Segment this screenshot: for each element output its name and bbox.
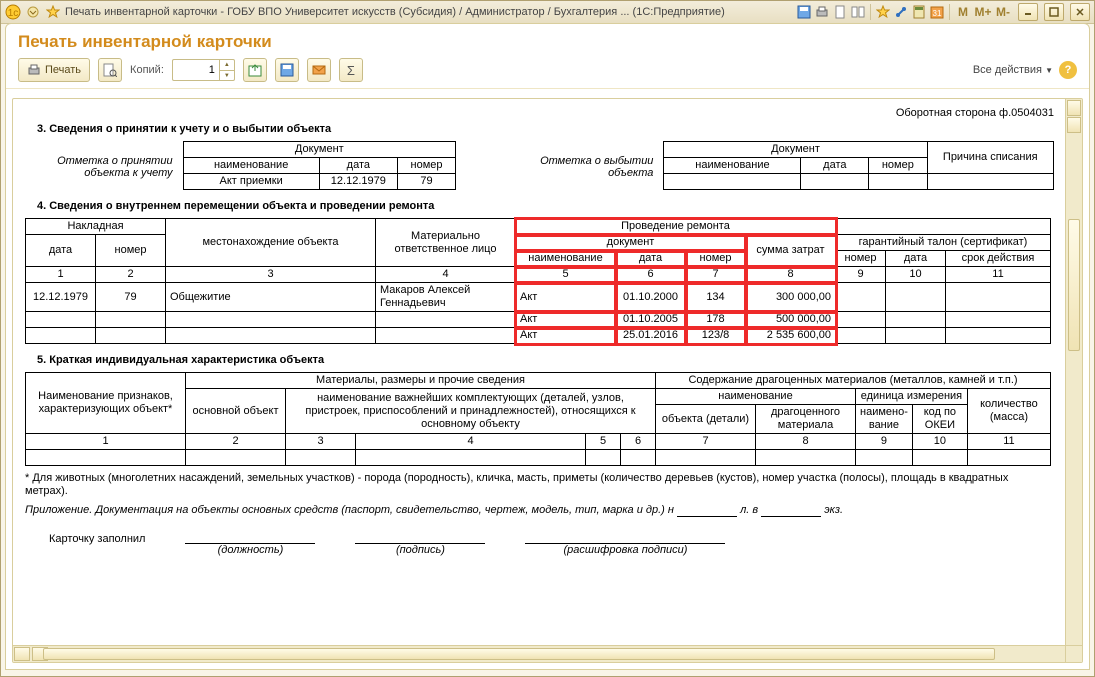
compare-icon[interactable] bbox=[850, 4, 866, 20]
print-icon bbox=[27, 63, 41, 77]
section4-title: 4. Сведения о внутреннем перемещении объ… bbox=[37, 200, 1054, 212]
mem-mminus[interactable]: M- bbox=[994, 4, 1012, 20]
scrollbar-horizontal[interactable] bbox=[13, 645, 1066, 662]
app-logo-icon: 1c bbox=[5, 4, 21, 20]
sign-label: Карточку заполнил bbox=[49, 527, 145, 556]
mem-mplus[interactable]: M+ bbox=[974, 4, 992, 20]
form-side-note: Оборотная сторона ф.0504031 bbox=[25, 107, 1054, 119]
signature-row: Карточку заполнил (должность) (подпись) … bbox=[49, 527, 1054, 556]
chevron-down-icon: ▼ bbox=[1045, 66, 1053, 75]
page-title: Печать инвентарной карточки bbox=[18, 32, 1077, 52]
dispose-table: ДокументПричина списания наименованиедат… bbox=[663, 141, 1054, 190]
spin-up[interactable]: ▲ bbox=[220, 60, 234, 71]
scroll-corner bbox=[1065, 645, 1082, 662]
section4-table: Накладная местонахождение объекта Матери… bbox=[25, 218, 1051, 344]
app-window: 1c Печать инвентарной карточки - ГОБУ ВП… bbox=[0, 0, 1095, 677]
export-button[interactable] bbox=[243, 58, 267, 82]
mem-m[interactable]: M bbox=[954, 4, 972, 20]
help-button[interactable]: ? bbox=[1059, 61, 1077, 79]
scrollbar-vertical[interactable] bbox=[1065, 99, 1082, 646]
copies-spin[interactable]: ▲▼ bbox=[172, 59, 235, 81]
section3-title: 3. Сведения о принятии к учету и о выбыт… bbox=[37, 123, 1054, 135]
accept-table: Документ наименованиедатаномер Акт прием… bbox=[183, 141, 456, 190]
print-icon[interactable] bbox=[814, 4, 830, 20]
print-button[interactable]: Печать bbox=[18, 58, 90, 82]
calendar-icon[interactable]: 31 bbox=[929, 4, 945, 20]
section5-table: Наименование признаков, характеризующих … bbox=[25, 372, 1051, 466]
preview-button[interactable] bbox=[98, 58, 122, 82]
footnote-attachment: Приложение. Документация на объекты осно… bbox=[25, 504, 1054, 517]
save-disk-button[interactable] bbox=[275, 58, 299, 82]
spin-down[interactable]: ▼ bbox=[220, 71, 234, 81]
doc-content: Оборотная сторона ф.0504031 3. Сведения … bbox=[13, 99, 1066, 646]
svg-text:1c: 1c bbox=[8, 8, 19, 19]
print-button-label: Печать bbox=[45, 64, 81, 76]
table-row: Акт 01.10.2005 178 500 000,00 bbox=[26, 312, 1051, 328]
minimize-button[interactable] bbox=[1018, 3, 1038, 21]
sum-button[interactable]: Σ bbox=[339, 58, 363, 82]
dropdown-icon[interactable] bbox=[25, 4, 41, 20]
accept-caption: Отметка о принятииобъекта к учету bbox=[25, 141, 173, 179]
svg-text:31: 31 bbox=[933, 9, 942, 18]
doc-viewport: Оборотная сторона ф.0504031 3. Сведения … bbox=[12, 98, 1083, 663]
calc-icon[interactable] bbox=[911, 4, 927, 20]
copies-input[interactable] bbox=[173, 64, 219, 76]
close-button[interactable] bbox=[1070, 3, 1090, 21]
link-icon[interactable] bbox=[893, 4, 909, 20]
star-icon[interactable] bbox=[45, 4, 61, 20]
dispose-caption: Отметка о выбытииобъекта bbox=[496, 141, 653, 179]
toolbar: Печать Копий: ▲▼ Σ Все действия ▼ ? bbox=[6, 52, 1089, 89]
titlebar-tools: 31 M M+ M- bbox=[796, 4, 1012, 20]
section5-title: 5. Краткая индивидуальная характеристика… bbox=[37, 354, 1054, 366]
copies-label: Копий: bbox=[130, 64, 164, 76]
titlebar: 1c Печать инвентарной карточки - ГОБУ ВП… bbox=[1, 1, 1094, 24]
save-icon[interactable] bbox=[796, 4, 812, 20]
window-title: Печать инвентарной карточки - ГОБУ ВПО У… bbox=[65, 6, 792, 18]
table-row: Акт 25.01.2016 123/8 2 535 600,00 bbox=[26, 328, 1051, 344]
table-row: 12.12.1979 79 Общежитие Макаров Алексей … bbox=[26, 283, 1051, 312]
doc-icon[interactable] bbox=[832, 4, 848, 20]
maximize-button[interactable] bbox=[1044, 3, 1064, 21]
mail-button[interactable] bbox=[307, 58, 331, 82]
favorite-icon[interactable] bbox=[875, 4, 891, 20]
footnote-animals: * Для животных (многолетних насаждений, … bbox=[25, 472, 1054, 498]
all-actions-menu[interactable]: Все действия ▼ bbox=[973, 64, 1053, 76]
page: Печать инвентарной карточки Печать Копий… bbox=[5, 23, 1090, 670]
